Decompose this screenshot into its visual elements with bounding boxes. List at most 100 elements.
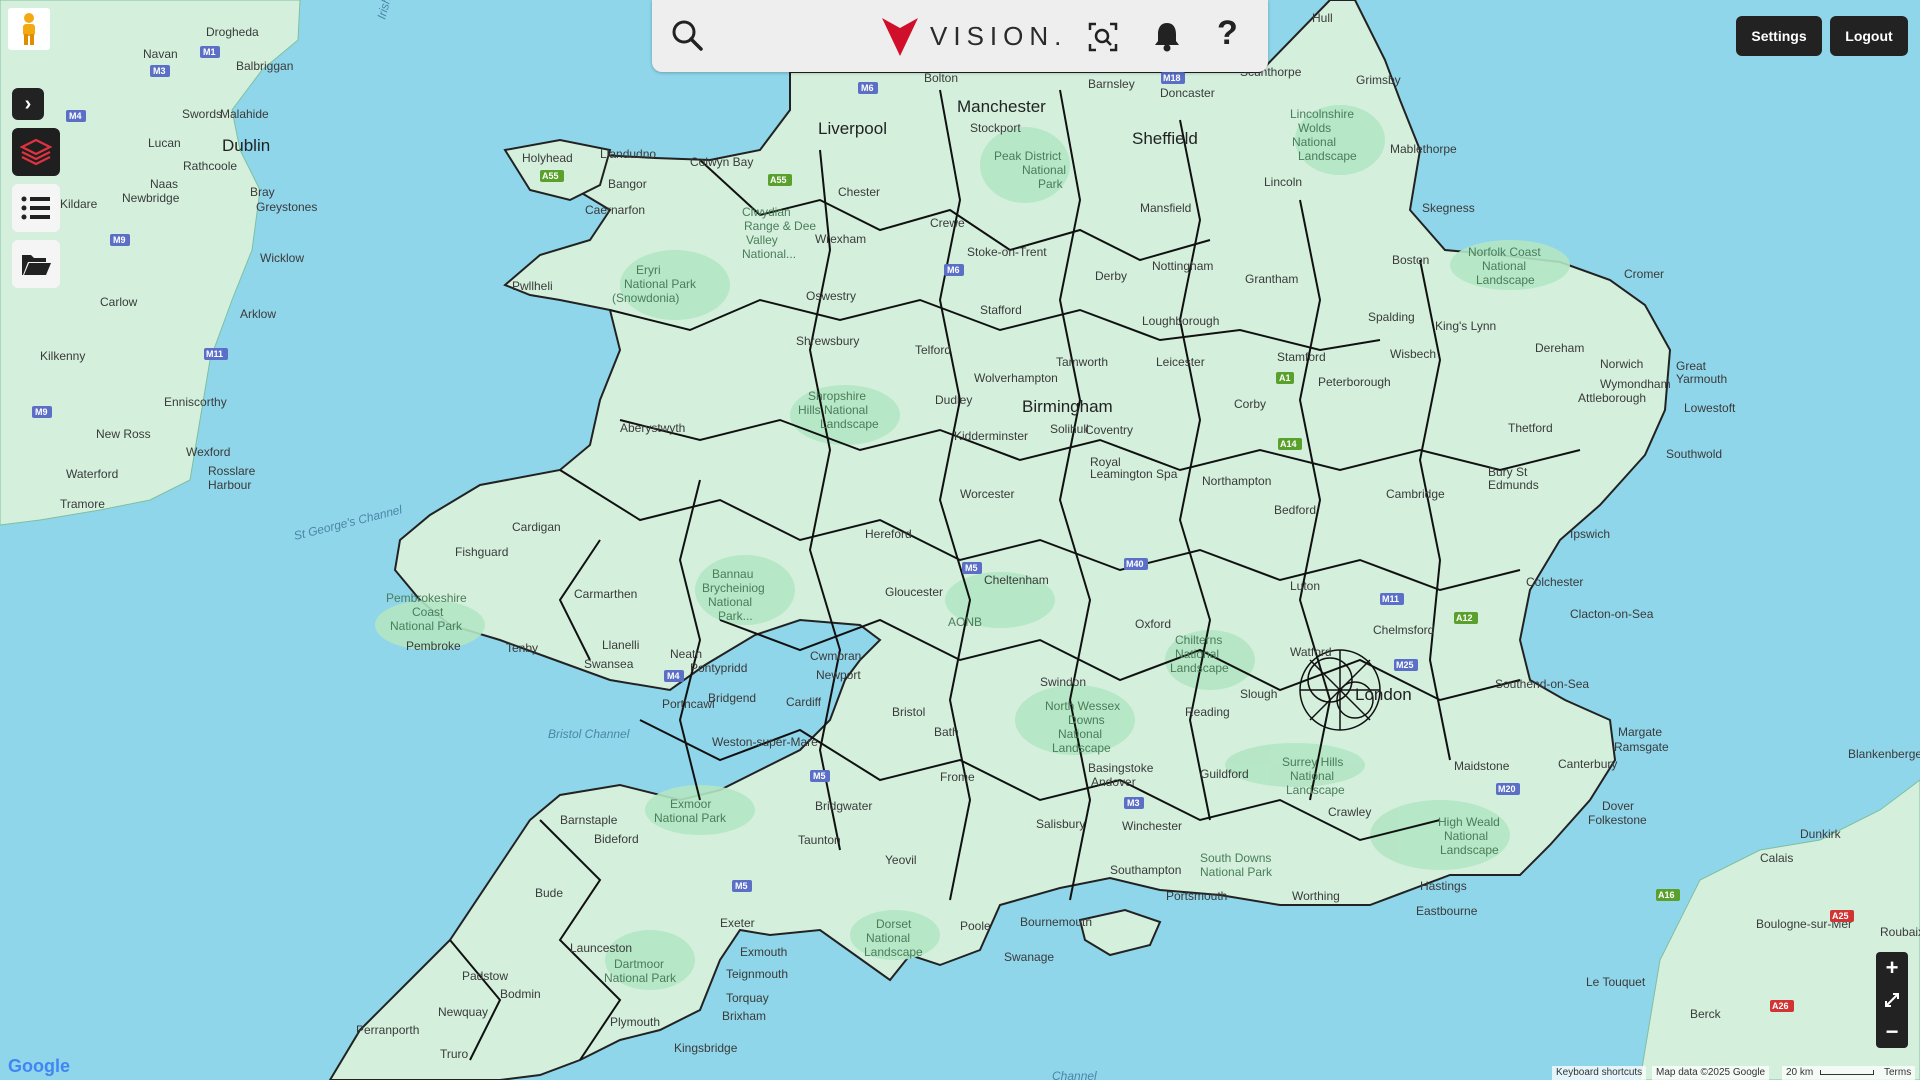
svg-text:Downs: Downs <box>1068 713 1105 727</box>
svg-text:National Park: National Park <box>390 619 463 633</box>
collapse-arrows-icon <box>1885 993 1899 1007</box>
svg-text:Solihull: Solihull <box>1050 422 1089 436</box>
svg-text:National: National <box>1175 647 1219 661</box>
svg-text:Hills National: Hills National <box>798 403 868 417</box>
svg-text:Mablethorpe: Mablethorpe <box>1390 142 1457 156</box>
svg-text:National Park: National Park <box>604 971 677 985</box>
search-icon[interactable] <box>670 18 704 52</box>
svg-text:Berck: Berck <box>1690 1007 1722 1021</box>
svg-text:Kilkenny: Kilkenny <box>40 349 85 363</box>
svg-text:Worthing: Worthing <box>1292 889 1340 903</box>
svg-text:Lincolnshire: Lincolnshire <box>1290 107 1354 121</box>
svg-text:Southwold: Southwold <box>1666 447 1722 461</box>
svg-text:Telford: Telford <box>915 343 951 357</box>
zoom-out-button[interactable]: − <box>1876 1016 1908 1048</box>
svg-text:Porthcawl: Porthcawl <box>662 697 715 711</box>
svg-text:Oswestry: Oswestry <box>806 289 856 303</box>
svg-text:Stamford: Stamford <box>1277 350 1326 364</box>
svg-text:National: National <box>866 931 910 945</box>
svg-text:M11: M11 <box>206 349 223 359</box>
svg-text:Calais: Calais <box>1760 851 1793 865</box>
zoom-in-button[interactable]: + <box>1876 952 1908 984</box>
folder-button[interactable] <box>12 240 60 288</box>
svg-text:Pembroke: Pembroke <box>406 639 461 653</box>
list-button[interactable] <box>12 184 60 232</box>
street-view-pegman[interactable] <box>8 8 50 50</box>
svg-text:Landscape: Landscape <box>864 945 923 959</box>
svg-text:Arklow: Arklow <box>240 307 276 321</box>
svg-text:National Park: National Park <box>624 277 697 291</box>
svg-text:Kildare: Kildare <box>60 197 98 211</box>
svg-text:Pwllheli: Pwllheli <box>512 279 553 293</box>
svg-text:South Downs: South Downs <box>1200 851 1271 865</box>
svg-text:Wymondham: Wymondham <box>1600 377 1671 391</box>
svg-text:Peak District: Peak District <box>994 149 1062 163</box>
svg-text:Colwyn Bay: Colwyn Bay <box>690 155 753 169</box>
svg-text:Sheffield: Sheffield <box>1132 129 1198 148</box>
svg-text:Swindon: Swindon <box>1040 675 1086 689</box>
svg-text:Landscape: Landscape <box>1170 661 1229 675</box>
svg-text:Norwich: Norwich <box>1600 357 1643 371</box>
list-icon <box>21 196 50 220</box>
layers-button[interactable] <box>12 128 60 176</box>
scan-icon[interactable] <box>1088 22 1118 52</box>
map-canvas[interactable]: Dublin Liverpool Manchester Sheffield Bi… <box>0 0 1920 1080</box>
svg-text:Hastings: Hastings <box>1420 879 1467 893</box>
svg-text:Bristol: Bristol <box>892 705 925 719</box>
svg-text:Cromer: Cromer <box>1624 267 1664 281</box>
svg-text:Andover: Andover <box>1091 775 1136 789</box>
fullscreen-toggle-button[interactable] <box>1876 984 1908 1016</box>
svg-text:M9: M9 <box>35 407 48 417</box>
svg-text:Birmingham: Birmingham <box>1022 397 1113 416</box>
svg-text:Leicester: Leicester <box>1156 355 1205 369</box>
pegman-icon <box>23 13 35 45</box>
svg-text:Bournemouth: Bournemouth <box>1020 915 1092 929</box>
svg-text:Blankenberge: Blankenberge <box>1848 747 1920 761</box>
svg-text:Great: Great <box>1676 359 1707 373</box>
svg-text:Wexford: Wexford <box>186 445 230 459</box>
svg-text:Manchester: Manchester <box>957 97 1046 116</box>
svg-text:Hull: Hull <box>1312 11 1333 25</box>
svg-text:Oxford: Oxford <box>1135 617 1171 631</box>
svg-text:Landscape: Landscape <box>1298 149 1357 163</box>
svg-text:M25: M25 <box>1396 660 1414 670</box>
scale-bar[interactable]: 20 km <box>1782 1066 1880 1080</box>
svg-text:Derby: Derby <box>1095 269 1127 283</box>
svg-text:Truro: Truro <box>440 1047 469 1061</box>
help-icon[interactable]: ? <box>1217 14 1238 53</box>
bell-icon[interactable] <box>1152 20 1182 52</box>
svg-text:Naas: Naas <box>150 177 178 191</box>
svg-text:Bolton: Bolton <box>924 71 958 85</box>
svg-text:Bray: Bray <box>250 185 275 199</box>
svg-text:M5: M5 <box>813 771 826 781</box>
svg-text:Llandudno: Llandudno <box>600 147 656 161</box>
svg-text:Bristol Channel: Bristol Channel <box>548 727 630 741</box>
svg-text:Malahide: Malahide <box>220 107 269 121</box>
svg-text:Edmunds: Edmunds <box>1488 478 1539 492</box>
svg-text:Taunton: Taunton <box>798 833 841 847</box>
svg-text:M9: M9 <box>113 235 126 245</box>
svg-text:Watford: Watford <box>1290 645 1332 659</box>
svg-text:Bath: Bath <box>934 725 959 739</box>
svg-text:Dereham: Dereham <box>1535 341 1584 355</box>
svg-text:Basingstoke: Basingstoke <box>1088 761 1154 775</box>
svg-text:Landscape: Landscape <box>820 417 879 431</box>
expand-sidebar-button[interactable]: › <box>12 88 44 120</box>
svg-text:Rosslare: Rosslare <box>208 464 256 478</box>
svg-text:Wolverhampton: Wolverhampton <box>974 371 1058 385</box>
logout-button[interactable]: Logout <box>1830 16 1908 56</box>
keyboard-shortcuts-link[interactable]: Keyboard shortcuts <box>1552 1066 1647 1080</box>
svg-text:Bodmin: Bodmin <box>500 987 541 1001</box>
svg-text:Peterborough: Peterborough <box>1318 375 1391 389</box>
svg-text:Reading: Reading <box>1185 705 1230 719</box>
svg-text:Newbridge: Newbridge <box>122 191 180 205</box>
svg-text:A16: A16 <box>1658 890 1675 900</box>
svg-text:Cardiff: Cardiff <box>786 695 822 709</box>
svg-text:Roubaix: Roubaix <box>1880 925 1920 939</box>
svg-text:Coast: Coast <box>412 605 444 619</box>
settings-button[interactable]: Settings <box>1736 16 1822 56</box>
svg-text:A55: A55 <box>770 175 787 185</box>
svg-text:Perranporth: Perranporth <box>356 1023 419 1037</box>
svg-text:Bridgend: Bridgend <box>708 691 756 705</box>
terms-link[interactable]: Terms <box>1880 1066 1916 1080</box>
